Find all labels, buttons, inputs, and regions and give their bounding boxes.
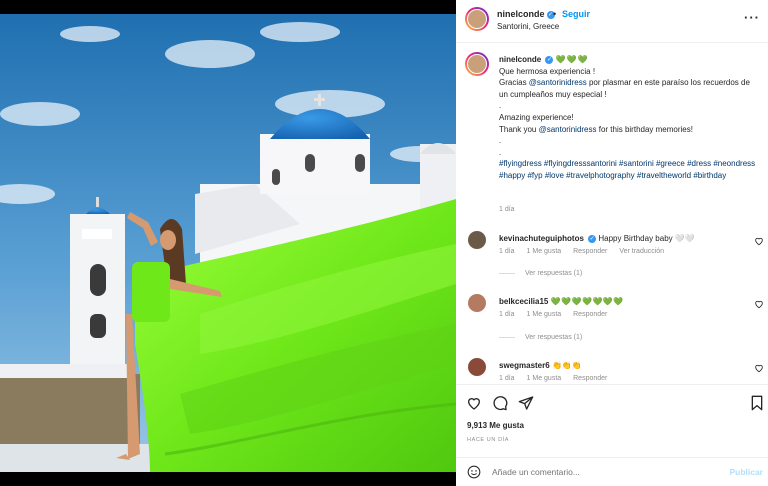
- avatar-image: [467, 54, 487, 74]
- comment-meta: 1 día 1 Me gusta Responder Ver traducció…: [499, 248, 674, 255]
- comment-text: 💚💚💚💚💚💚💚: [550, 297, 624, 306]
- caption-line: Gracias @santorinidress por plasmar en e…: [499, 78, 750, 99]
- publish-button[interactable]: Publicar: [729, 467, 763, 477]
- comment-time: 1 día: [499, 375, 515, 382]
- comment-time: 1 día: [499, 311, 515, 318]
- comment-time: 1 día: [499, 248, 515, 255]
- reply-button[interactable]: Responder: [573, 248, 607, 255]
- comment-body: kevinachuteguiphotos ✓ Happy Birthday ba…: [499, 234, 695, 243]
- caption-line: .: [499, 101, 502, 111]
- caption-line: .: [499, 136, 502, 146]
- heart-icon[interactable]: [754, 236, 764, 246]
- mention-link[interactable]: @santorinidress: [539, 125, 597, 134]
- verified-icon: ✓: [545, 55, 554, 64]
- add-comment-bar: Publicar: [456, 457, 768, 486]
- comment-body: swegmaster6 👏👏👏: [499, 361, 582, 370]
- comment-likes[interactable]: 1 Me gusta: [527, 375, 562, 382]
- separator-dot: •: [553, 9, 557, 19]
- comment-input[interactable]: [492, 467, 712, 477]
- caption-text: ninelconde ✓ 💚💚💚 Que hermosa experiencia…: [499, 54, 761, 182]
- location-link[interactable]: Santorini, Greece: [497, 22, 559, 31]
- emoji-icon[interactable]: [467, 465, 481, 479]
- view-replies-label: Ver respuestas (1): [525, 270, 583, 277]
- commenter-avatar[interactable]: [468, 231, 486, 249]
- comment-likes[interactable]: 1 Me gusta: [527, 311, 562, 318]
- mention-link[interactable]: @santorinidress: [529, 78, 587, 87]
- follow-button[interactable]: Seguir: [562, 9, 590, 19]
- comment-username[interactable]: belkcecilia15: [499, 297, 548, 306]
- commenter-avatar[interactable]: [468, 358, 486, 376]
- heart-icon[interactable]: [466, 395, 482, 411]
- comment-meta: 1 día 1 Me gusta Responder: [499, 375, 617, 382]
- send-icon[interactable]: [518, 395, 534, 411]
- caption-line: Amazing experience!: [499, 112, 574, 122]
- bookmark-icon[interactable]: [750, 395, 764, 411]
- santorini-photo: [0, 14, 456, 472]
- caption-time: 1 día: [499, 206, 515, 213]
- author-username-text: ninelconde: [497, 9, 545, 19]
- post-time: HACE UN DÍA: [467, 437, 510, 443]
- comment-body: belkcecilia15 💚💚💚💚💚💚💚: [499, 297, 624, 306]
- reply-button[interactable]: Responder: [573, 311, 607, 318]
- comment-text: Happy Birthday baby 🤍🤍: [598, 234, 695, 243]
- comment-username[interactable]: kevinachuteguiphotos: [499, 234, 584, 243]
- post-side-panel: ninelconde ✓ • Seguir Santorini, Greece ·…: [456, 0, 768, 486]
- view-replies-label: Ver respuestas (1): [525, 334, 583, 341]
- author-avatar[interactable]: [465, 7, 489, 31]
- heart-icon[interactable]: [754, 363, 764, 373]
- caption-hearts: 💚💚💚: [555, 55, 589, 64]
- likes-count[interactable]: 9,913 Me gusta: [467, 421, 524, 430]
- avatar-image: [467, 9, 487, 29]
- post-modal: ninelconde ✓ • Seguir Santorini, Greece ·…: [0, 0, 768, 486]
- more-options-icon[interactable]: ···: [744, 10, 760, 25]
- bell-tower: [70, 197, 125, 374]
- caption-line: Thank you @santorinidress for this birth…: [499, 124, 693, 134]
- view-replies-button[interactable]: Ver respuestas (1): [499, 334, 582, 341]
- comment-username[interactable]: swegmaster6: [499, 361, 550, 370]
- comment-likes[interactable]: 1 Me gusta: [527, 248, 562, 255]
- post-header: ninelconde ✓ • Seguir Santorini, Greece ·…: [456, 0, 768, 43]
- post-photo[interactable]: [0, 14, 456, 472]
- caption-avatar[interactable]: [465, 52, 489, 76]
- caption-line: Que hermosa experiencia !: [499, 66, 596, 76]
- translate-button[interactable]: Ver traducción: [619, 248, 664, 255]
- comment-text: 👏👏👏: [551, 361, 582, 370]
- author-username[interactable]: ninelconde ✓: [497, 9, 555, 19]
- reply-button[interactable]: Responder: [573, 375, 607, 382]
- verified-icon: ✓: [588, 234, 597, 243]
- hashtags[interactable]: #flyingdress #flyingdresssantorini #sant…: [499, 158, 761, 181]
- view-replies-button[interactable]: Ver respuestas (1): [499, 270, 582, 277]
- comment-meta: 1 día 1 Me gusta Responder: [499, 311, 617, 318]
- post-actions: [456, 384, 768, 424]
- caption-line: .: [499, 147, 502, 157]
- comment-icon[interactable]: [492, 395, 508, 411]
- caption-username[interactable]: ninelconde: [499, 55, 541, 64]
- heart-icon[interactable]: [754, 299, 764, 309]
- commenter-avatar[interactable]: [468, 294, 486, 312]
